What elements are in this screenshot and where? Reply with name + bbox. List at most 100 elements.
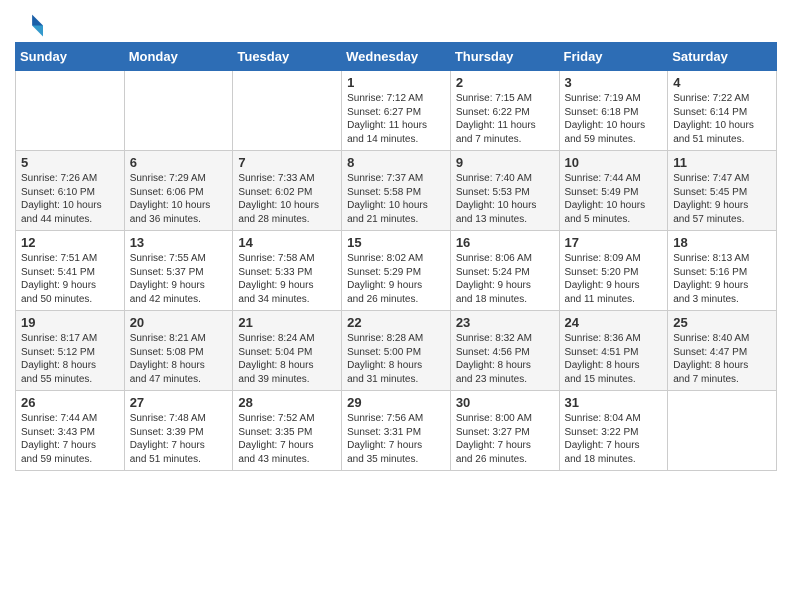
day-cell: 26Sunrise: 7:44 AM Sunset: 3:43 PM Dayli… (16, 391, 125, 471)
weekday-header-saturday: Saturday (668, 43, 777, 71)
day-number: 29 (347, 395, 445, 410)
day-cell: 18 Sunrise: 8:13 AM Sunset: 5:16 PM Dayli… (668, 231, 777, 311)
day-cell: 11Sunrise: 7:47 AM Sunset: 5:45 PM Dayli… (668, 151, 777, 231)
day-info: Sunrise: 8:02 AM Sunset: 5:29 PM Dayligh… (347, 252, 445, 306)
day-info: Sunrise: 7:26 AM Sunset: 6:10 PM Dayligh… (21, 172, 119, 226)
day-cell: 9 Sunrise: 7:40 AM Sunset: 5:53 PM Daylig… (450, 151, 559, 231)
day-info: Sunrise: 8:40 AM Sunset: 4:47 PM Dayligh… (673, 332, 771, 386)
day-number: 17 (565, 235, 663, 250)
day-info: Sunrise: 8:13 AM Sunset: 5:16 PM Dayligh… (673, 252, 771, 306)
day-number: 26 (21, 395, 119, 410)
day-cell: 22Sunrise: 8:28 AM Sunset: 5:00 PM Dayli… (342, 311, 451, 391)
day-cell: 23Sunrise: 8:32 AM Sunset: 4:56 PM Dayli… (450, 311, 559, 391)
day-info: Sunrise: 7:15 AM Sunset: 6:22 PM Dayligh… (456, 92, 554, 146)
day-cell: 10 Sunrise: 7:44 AM Sunset: 5:49 PM Dayli… (559, 151, 668, 231)
day-info: Sunrise: 7:56 AM Sunset: 3:31 PM Dayligh… (347, 412, 445, 466)
day-number: 21 (238, 315, 336, 330)
day-number: 19 (21, 315, 119, 330)
day-info: Sunrise: 7:55 AM Sunset: 5:37 PM Dayligh… (130, 252, 228, 306)
weekday-header-friday: Friday (559, 43, 668, 71)
week-row-4: 19 Sunrise: 8:17 AM Sunset: 5:12 PM Dayli… (16, 311, 777, 391)
day-info: Sunrise: 7:19 AM Sunset: 6:18 PM Dayligh… (565, 92, 663, 146)
day-cell: 4 Sunrise: 7:22 AM Sunset: 6:14 PM Daylig… (668, 71, 777, 151)
day-number: 16 (456, 235, 554, 250)
day-cell: 1Sunrise: 7:12 AM Sunset: 6:27 PM Daylig… (342, 71, 451, 151)
day-cell: 20Sunrise: 8:21 AM Sunset: 5:08 PM Dayli… (124, 311, 233, 391)
day-info: Sunrise: 7:37 AM Sunset: 5:58 PM Dayligh… (347, 172, 445, 226)
day-number: 20 (130, 315, 228, 330)
day-number: 10 (565, 155, 663, 170)
day-cell: 31 Sunrise: 8:04 AM Sunset: 3:22 PM Dayli… (559, 391, 668, 471)
week-row-1: 1Sunrise: 7:12 AM Sunset: 6:27 PM Daylig… (16, 71, 777, 151)
weekday-header-tuesday: Tuesday (233, 43, 342, 71)
day-info: Sunrise: 8:17 AM Sunset: 5:12 PM Dayligh… (21, 332, 119, 386)
day-cell: 19 Sunrise: 8:17 AM Sunset: 5:12 PM Dayli… (16, 311, 125, 391)
weekday-header-thursday: Thursday (450, 43, 559, 71)
header (15, 10, 777, 38)
day-info: Sunrise: 7:44 AM Sunset: 5:49 PM Dayligh… (565, 172, 663, 226)
weekday-header-wednesday: Wednesday (342, 43, 451, 71)
day-cell: 29 Sunrise: 7:56 AM Sunset: 3:31 PM Dayli… (342, 391, 451, 471)
day-number: 7 (238, 155, 336, 170)
weekday-header-sunday: Sunday (16, 43, 125, 71)
week-row-2: 5 Sunrise: 7:26 AM Sunset: 6:10 PM Daylig… (16, 151, 777, 231)
day-info: Sunrise: 7:29 AM Sunset: 6:06 PM Dayligh… (130, 172, 228, 226)
day-cell: 7Sunrise: 7:33 AM Sunset: 6:02 PM Daylig… (233, 151, 342, 231)
day-cell: 13 Sunrise: 7:55 AM Sunset: 5:37 PM Dayli… (124, 231, 233, 311)
day-info: Sunrise: 7:47 AM Sunset: 5:45 PM Dayligh… (673, 172, 771, 226)
day-info: Sunrise: 7:22 AM Sunset: 6:14 PM Dayligh… (673, 92, 771, 146)
day-number: 2 (456, 75, 554, 90)
day-number: 13 (130, 235, 228, 250)
weekday-header-monday: Monday (124, 43, 233, 71)
day-info: Sunrise: 7:52 AM Sunset: 3:35 PM Dayligh… (238, 412, 336, 466)
day-cell (16, 71, 125, 151)
day-cell: 28 Sunrise: 7:52 AM Sunset: 3:35 PM Dayli… (233, 391, 342, 471)
day-cell: 25 Sunrise: 8:40 AM Sunset: 4:47 PM Dayli… (668, 311, 777, 391)
day-cell: 14 Sunrise: 7:58 AM Sunset: 5:33 PM Dayli… (233, 231, 342, 311)
day-cell: 3Sunrise: 7:19 AM Sunset: 6:18 PM Daylig… (559, 71, 668, 151)
day-info: Sunrise: 8:06 AM Sunset: 5:24 PM Dayligh… (456, 252, 554, 306)
day-number: 5 (21, 155, 119, 170)
day-cell: 12 Sunrise: 7:51 AM Sunset: 5:41 PM Dayli… (16, 231, 125, 311)
day-number: 14 (238, 235, 336, 250)
day-number: 24 (565, 315, 663, 330)
day-number: 4 (673, 75, 771, 90)
day-cell: 16 Sunrise: 8:06 AM Sunset: 5:24 PM Dayli… (450, 231, 559, 311)
day-cell: 2 Sunrise: 7:15 AM Sunset: 6:22 PM Daylig… (450, 71, 559, 151)
day-number: 6 (130, 155, 228, 170)
day-info: Sunrise: 7:40 AM Sunset: 5:53 PM Dayligh… (456, 172, 554, 226)
day-number: 27 (130, 395, 228, 410)
day-number: 22 (347, 315, 445, 330)
logo (15, 10, 47, 38)
day-info: Sunrise: 8:36 AM Sunset: 4:51 PM Dayligh… (565, 332, 663, 386)
day-info: Sunrise: 8:24 AM Sunset: 5:04 PM Dayligh… (238, 332, 336, 386)
day-cell: 5 Sunrise: 7:26 AM Sunset: 6:10 PM Daylig… (16, 151, 125, 231)
day-number: 30 (456, 395, 554, 410)
calendar-table: SundayMondayTuesdayWednesdayThursdayFrid… (15, 42, 777, 471)
day-info: Sunrise: 8:04 AM Sunset: 3:22 PM Dayligh… (565, 412, 663, 466)
day-number: 28 (238, 395, 336, 410)
day-number: 25 (673, 315, 771, 330)
day-info: Sunrise: 7:58 AM Sunset: 5:33 PM Dayligh… (238, 252, 336, 306)
logo-icon (15, 10, 43, 38)
day-number: 12 (21, 235, 119, 250)
day-cell: 21 Sunrise: 8:24 AM Sunset: 5:04 PM Dayli… (233, 311, 342, 391)
day-info: Sunrise: 8:09 AM Sunset: 5:20 PM Dayligh… (565, 252, 663, 306)
week-row-5: 26Sunrise: 7:44 AM Sunset: 3:43 PM Dayli… (16, 391, 777, 471)
day-cell (668, 391, 777, 471)
day-cell: 8 Sunrise: 7:37 AM Sunset: 5:58 PM Daylig… (342, 151, 451, 231)
day-info: Sunrise: 7:51 AM Sunset: 5:41 PM Dayligh… (21, 252, 119, 306)
day-info: Sunrise: 7:48 AM Sunset: 3:39 PM Dayligh… (130, 412, 228, 466)
day-cell: 17 Sunrise: 8:09 AM Sunset: 5:20 PM Dayli… (559, 231, 668, 311)
day-cell: 6 Sunrise: 7:29 AM Sunset: 6:06 PM Daylig… (124, 151, 233, 231)
week-row-3: 12 Sunrise: 7:51 AM Sunset: 5:41 PM Dayli… (16, 231, 777, 311)
day-number: 18 (673, 235, 771, 250)
day-number: 15 (347, 235, 445, 250)
day-number: 8 (347, 155, 445, 170)
day-info: Sunrise: 8:00 AM Sunset: 3:27 PM Dayligh… (456, 412, 554, 466)
day-number: 9 (456, 155, 554, 170)
day-info: Sunrise: 8:32 AM Sunset: 4:56 PM Dayligh… (456, 332, 554, 386)
day-cell (124, 71, 233, 151)
day-number: 31 (565, 395, 663, 410)
day-number: 1 (347, 75, 445, 90)
